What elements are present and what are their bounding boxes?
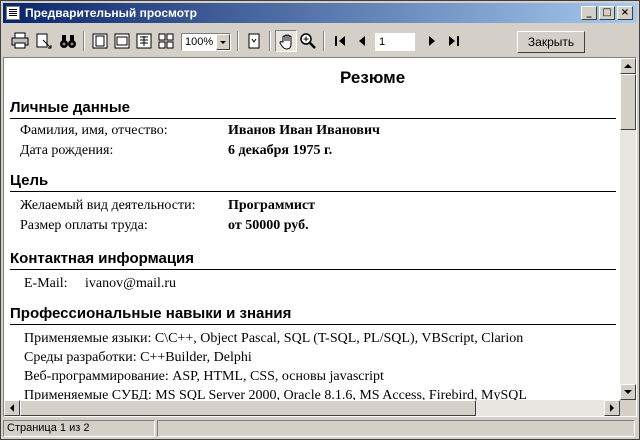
arrow-up-icon [624,64,632,68]
field-value: 6 декабря 1975 г. [228,143,333,158]
email-label: E-Mail: [24,276,68,291]
page-number-input[interactable]: 1 [375,33,415,51]
toolbar-separator [269,31,271,51]
scrollbar-corner [620,400,636,416]
field-value: Иванов Иван Иванович [228,123,380,138]
maximize-button[interactable]: □ [599,6,615,20]
binoculars-icon [60,35,76,48]
zoom-value: 100% [185,36,214,48]
field-label: Желаемый вид деятельности: [20,198,196,213]
email-value: ivanov@mail.ru [85,276,177,291]
zoom-tool-button[interactable] [297,30,319,52]
multiple-pages-icon [158,33,174,49]
field-value: Программист [228,198,316,213]
last-page-button[interactable] [443,30,465,52]
print-button[interactable] [9,30,31,52]
vertical-scroll-thumb[interactable] [620,74,636,130]
magnifier-icon [300,33,316,49]
printer-icon [11,32,29,49]
last-page-icon [449,36,459,46]
close-preview-button[interactable]: Закрыть [517,31,585,53]
toolbar: 100% 1 Закрыть [3,25,637,57]
scroll-down-button[interactable] [620,384,636,400]
section-heading-skills: Профессиональные навыки и знания [10,305,292,322]
arrow-left-icon [10,404,14,412]
skills-line: Применяемые языки: C\C++, Object Pascal,… [24,331,524,346]
arrow-right-icon [610,404,614,412]
document-title: Резюме [340,68,406,87]
status-page-info: Страница 1 из 2 [3,420,155,437]
page-number-value: 1 [379,36,386,48]
vertical-scrollbar[interactable] [620,58,636,400]
status-panel [157,420,635,437]
multiple-pages-button[interactable] [155,30,177,52]
first-page-icon [335,36,345,46]
single-page-icon [92,33,108,49]
preview-window: Предварительный просмотр _ □ × 100% 1 За… [0,0,640,440]
field-label: Дата рождения: [20,143,114,158]
scroll-right-button[interactable] [604,400,620,416]
skills-line: Среды разработки: C++Builder, Delphi [24,350,252,365]
toolbar-separator [323,31,325,51]
previous-page-button[interactable] [351,30,373,52]
status-bar: Страница 1 из 2 [3,419,637,438]
window-title: Предварительный просмотр [25,6,197,20]
two-pages-icon [136,33,152,49]
section-heading-goal: Цель [10,172,49,189]
document-icon [6,6,20,20]
page-width-button[interactable] [111,30,133,52]
print-setup-button[interactable] [33,30,55,52]
horizontal-scrollbar[interactable] [4,400,620,416]
title-bar[interactable]: Предварительный просмотр _ □ × [3,3,637,23]
section-divider [10,324,616,325]
chevron-down-icon[interactable] [216,34,230,50]
hand-icon [279,34,292,50]
page-width-icon [114,33,130,49]
first-page-button[interactable] [329,30,351,52]
close-window-button[interactable]: × [617,6,633,20]
horizontal-scroll-thumb[interactable] [20,400,476,416]
section-divider [10,269,616,270]
section-divider [10,191,616,192]
section-divider [10,118,616,119]
minimize-button[interactable]: _ [581,6,597,20]
field-label: Фамилия, имя, отчество: [20,123,168,138]
scroll-up-button[interactable] [620,58,636,74]
zoom-select[interactable]: 100% [181,33,231,51]
toolbar-separator [83,31,85,51]
field-label: Размер оплаты труда: [20,218,148,233]
page-setup-button[interactable] [243,30,265,52]
section-heading-contact: Контактная информация [10,250,195,267]
page-setup-icon [248,33,260,49]
two-pages-button[interactable] [133,30,155,52]
skills-line: Веб-программирование: ASP, HTML, CSS, ос… [24,369,384,384]
find-button[interactable] [57,30,79,52]
field-value: от 50000 руб. [228,218,309,233]
arrow-down-icon [624,390,632,394]
next-page-button[interactable] [421,30,443,52]
single-page-button[interactable] [89,30,111,52]
next-page-icon [429,36,435,46]
toolbar-separator [237,31,239,51]
page-setup-icon [36,33,52,49]
section-heading-personal: Личные данные [10,99,130,116]
scroll-left-button[interactable] [4,400,20,416]
previous-page-icon [359,36,365,46]
preview-area[interactable]: Резюме Личные данные Фамилия, имя, отчес… [3,57,637,417]
hand-tool-button[interactable] [275,30,297,52]
